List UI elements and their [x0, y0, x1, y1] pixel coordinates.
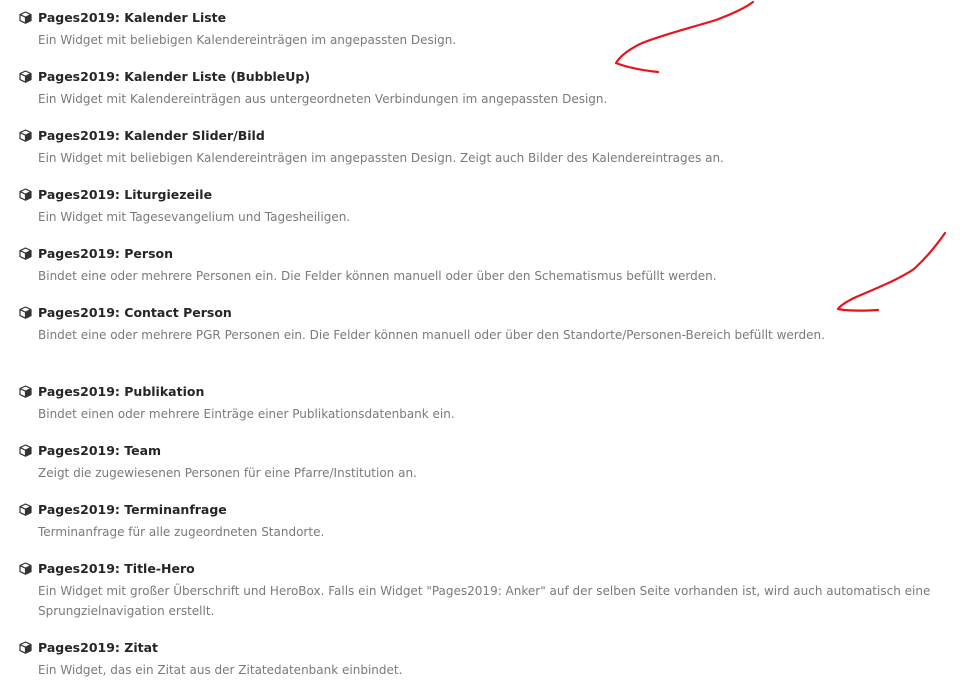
widget-header: Pages2019: Kalender Liste (BubbleUp): [19, 66, 949, 86]
widget-header: Pages2019: Kalender Slider/Bild: [19, 125, 949, 145]
widget-item-kalender-slider-bild[interactable]: Pages2019: Kalender Slider/Bild Ein Widg…: [19, 125, 949, 168]
widget-description: Ein Widget mit Kalendereinträgen aus unt…: [38, 92, 608, 106]
widget-title[interactable]: Pages2019: Zitat: [38, 640, 158, 655]
widget-item-person[interactable]: Pages2019: Person Bindet eine oder mehre…: [19, 243, 949, 286]
widget-item-title-hero[interactable]: Pages2019: Title-Hero Ein Widget mit gro…: [19, 558, 949, 621]
widget-title[interactable]: Pages2019: Kalender Liste (BubbleUp): [38, 69, 310, 84]
widget-item-terminanfrage[interactable]: Pages2019: Terminanfrage Terminanfrage f…: [19, 499, 949, 542]
widget-title[interactable]: Pages2019: Title-Hero: [38, 561, 195, 576]
cube-icon: [19, 10, 32, 24]
cube-icon: [19, 443, 32, 457]
widget-header: Pages2019: Publikation: [19, 381, 949, 401]
cube-icon: [19, 69, 32, 83]
cube-icon: [19, 246, 32, 260]
widget-header: Pages2019: Liturgiezeile: [19, 184, 949, 204]
widget-title[interactable]: Pages2019: Publikation: [38, 384, 204, 399]
widget-description: Ein Widget mit Tagesevangelium und Tages…: [38, 210, 351, 224]
widget-description: Zeigt die zugewiesenen Personen für eine…: [38, 466, 417, 480]
widget-header: Pages2019: Zitat: [19, 637, 949, 657]
widget-title[interactable]: Pages2019: Team: [38, 443, 161, 458]
widget-item-liturgiezeile[interactable]: Pages2019: Liturgiezeile Ein Widget mit …: [19, 184, 949, 227]
widget-item-team[interactable]: Pages2019: Team Zeigt die zugewiesenen P…: [19, 440, 949, 483]
widget-description: Ein Widget mit beliebigen Kalendereinträ…: [38, 151, 724, 165]
widget-title[interactable]: Pages2019: Contact Person: [38, 305, 232, 320]
widget-title[interactable]: Pages2019: Person: [38, 246, 173, 261]
cube-icon: [19, 561, 32, 575]
cube-icon: [19, 128, 32, 142]
widget-title[interactable]: Pages2019: Liturgiezeile: [38, 187, 212, 202]
widget-header: Pages2019: Terminanfrage: [19, 499, 949, 519]
widget-header: Pages2019: Contact Person: [19, 302, 949, 322]
cube-icon: [19, 640, 32, 654]
widget-item-kalender-liste-bubbleup[interactable]: Pages2019: Kalender Liste (BubbleUp) Ein…: [19, 66, 949, 109]
widget-item-contact-person[interactable]: Pages2019: Contact Person Bindet eine od…: [19, 302, 949, 345]
cube-icon: [19, 305, 32, 319]
widget-description: Ein Widget, das ein Zitat aus der Zitate…: [38, 663, 403, 677]
widget-description: Terminanfrage für alle zugeordneten Stan…: [38, 525, 325, 539]
widget-header: Pages2019: Kalender Liste: [19, 7, 949, 27]
widget-description: Ein Widget mit beliebigen Kalendereinträ…: [38, 33, 457, 47]
widget-description: Ein Widget mit großer Überschrift und He…: [38, 584, 931, 618]
widget-description: Bindet eine oder mehrere PGR Personen ei…: [38, 328, 825, 342]
cube-icon: [19, 384, 32, 398]
widget-description: Bindet eine oder mehrere Personen ein. D…: [38, 269, 717, 283]
widget-header: Pages2019: Person: [19, 243, 949, 263]
cube-icon: [19, 187, 32, 201]
widget-description: Bindet einen oder mehrere Einträge einer…: [38, 407, 455, 421]
widget-item-publikation[interactable]: Pages2019: Publikation Bindet einen oder…: [19, 381, 949, 424]
cube-icon: [19, 502, 32, 516]
widget-title[interactable]: Pages2019: Kalender Slider/Bild: [38, 128, 265, 143]
widget-header: Pages2019: Team: [19, 440, 949, 460]
widget-header: Pages2019: Title-Hero: [19, 558, 949, 578]
widget-item-kalender-liste[interactable]: Pages2019: Kalender Liste Ein Widget mit…: [19, 7, 949, 50]
widget-title[interactable]: Pages2019: Kalender Liste: [38, 10, 226, 25]
widget-title[interactable]: Pages2019: Terminanfrage: [38, 502, 227, 517]
widget-item-zitat[interactable]: Pages2019: Zitat Ein Widget, das ein Zit…: [19, 637, 949, 680]
